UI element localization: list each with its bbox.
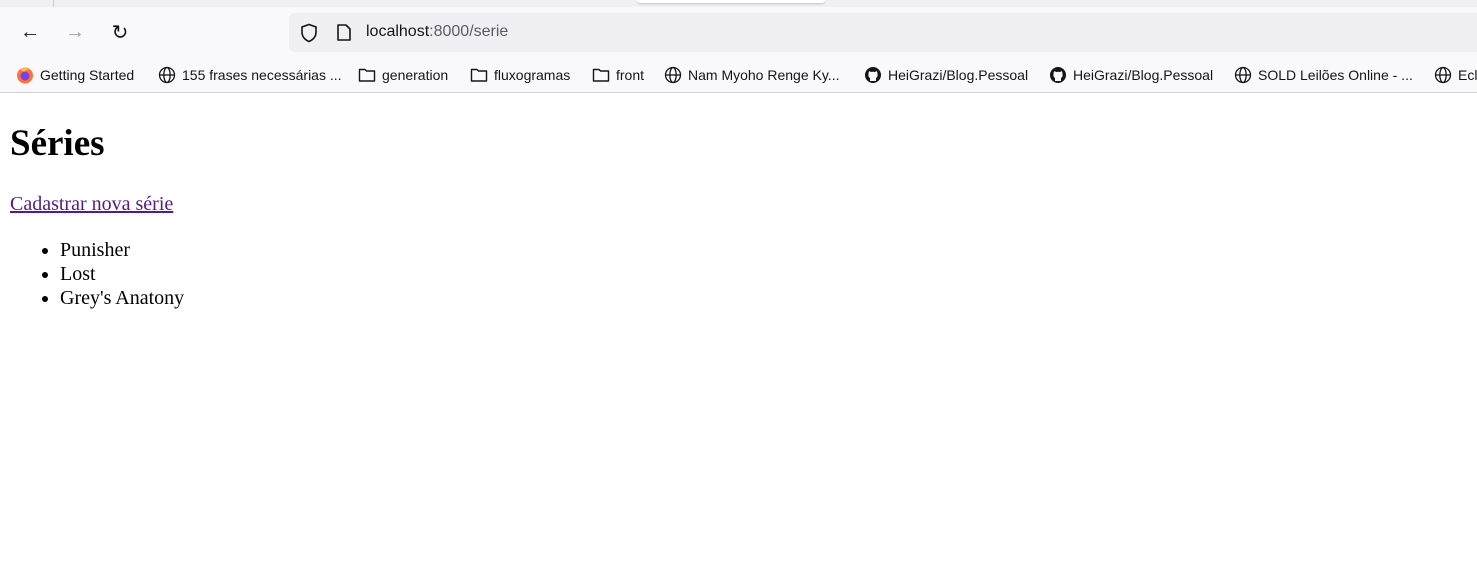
new-series-link[interactable]: Cadastrar nova série [10,193,173,216]
globe-icon [1234,66,1252,84]
reload-icon[interactable]: ↻ [108,20,132,44]
list-item: Punisher [60,238,184,262]
browser-toolbar: ← → ↻ localhost:8000/serie Getting Start… [0,7,1477,93]
bookmark-label: Ecl [1458,67,1477,83]
list-item: Grey's Anatony [60,286,184,310]
forward-icon[interactable]: → [63,20,87,44]
url-host: localhost [366,23,430,40]
shield-icon[interactable] [300,23,318,43]
bookmark-item[interactable]: HeiGrazi/Blog.Pessoal [864,64,1028,86]
globe-icon [1434,66,1452,84]
active-tab[interactable] [637,0,825,3]
github-icon [1049,66,1067,84]
bookmark-label: HeiGrazi/Blog.Pessoal [888,67,1029,83]
list-item: Lost [60,262,184,286]
bookmark-item[interactable]: fluxogramas [470,64,570,86]
bookmark-item[interactable]: 155 frases necessárias ... [158,64,342,86]
folder-icon [470,66,488,84]
tab-strip [0,0,1477,7]
bookmark-label: Getting Started [40,67,135,83]
bookmark-label: generation [382,67,449,83]
firefox-icon [16,66,34,84]
bookmark-label: HeiGrazi/Blog.Pessoal [1073,67,1214,83]
back-icon[interactable]: ← [18,20,42,44]
bookmark-item[interactable]: Nam Myoho Renge Ky... [664,64,839,86]
bookmark-item[interactable]: Getting Started [16,64,134,86]
bookmark-label: front [616,67,645,83]
folder-icon [592,66,610,84]
bookmark-item[interactable]: front [592,64,644,86]
bookmark-item[interactable]: generation [358,64,448,86]
github-icon [864,66,882,84]
bookmark-label: fluxogramas [494,67,571,83]
bookmark-label: 155 frases necessárias ... [182,67,342,83]
bookmark-item[interactable]: HeiGrazi/Blog.Pessoal [1049,64,1213,86]
series-list: Punisher Lost Grey's Anatony [0,238,184,310]
bookmark-label: SOLD Leilões Online - ... [1258,67,1413,83]
url-path: :8000/serie [429,23,509,40]
bookmark-item[interactable]: Ecl [1434,64,1477,86]
url-bar[interactable]: localhost:8000/serie [289,13,1477,52]
bookmark-label: Nam Myoho Renge Ky... [688,67,840,83]
globe-icon [664,66,682,84]
tab-separator [53,0,54,7]
page-icon [337,24,351,41]
globe-icon [158,66,176,84]
bookmark-item[interactable]: SOLD Leilões Online - ... [1234,64,1413,86]
url-text[interactable]: localhost:8000/serie [366,23,508,41]
page-title: Séries [10,123,105,164]
folder-icon [358,66,376,84]
